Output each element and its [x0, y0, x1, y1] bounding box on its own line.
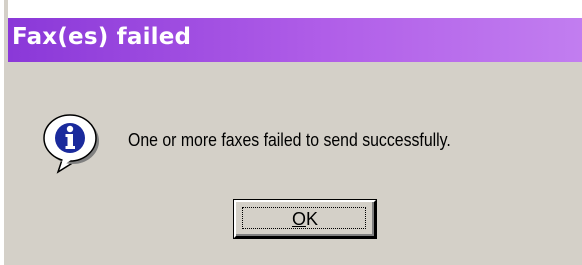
ok-button-label-rest: K	[306, 209, 319, 229]
dialog-title: Fax(es) failed	[12, 24, 192, 50]
ok-button-label: OK	[236, 209, 374, 230]
fax-failed-dialog: Fax(es) failed One or more faxes failed …	[0, 0, 582, 265]
dialog-message: One or more faxes failed to send success…	[128, 130, 451, 150]
title-bar[interactable]: Fax(es) failed	[8, 18, 582, 62]
window-top-edge	[8, 0, 582, 18]
ok-button-accelerator: O	[291, 209, 306, 229]
information-icon	[40, 110, 104, 174]
ok-button[interactable]: OK	[233, 199, 377, 239]
